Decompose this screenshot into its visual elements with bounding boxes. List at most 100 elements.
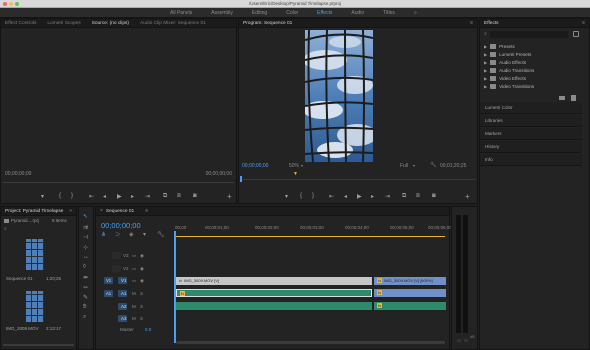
step-forward-icon[interactable]: ▸: [131, 193, 134, 200]
overwrite-icon[interactable]: ⧈: [177, 193, 181, 200]
tab-project[interactable]: Project: Pyramid Timelapse: [5, 209, 63, 214]
eye-icon[interactable]: ◉: [140, 253, 144, 259]
rolling-edit-tool-icon[interactable]: ⊹: [83, 244, 88, 251]
timeline-scrollbar[interactable]: [176, 341, 445, 344]
play-icon[interactable]: ▶: [117, 193, 122, 200]
audio-clip[interactable]: [176, 302, 372, 310]
tab-program[interactable]: Program: Sequence 01: [243, 21, 292, 26]
mute-icon[interactable]: M: [132, 291, 136, 296]
marker-icon[interactable]: ▾: [143, 231, 146, 238]
zoom-tool-icon[interactable]: ⌕: [83, 314, 86, 321]
workspace-titles[interactable]: Titles: [383, 10, 395, 16]
project-zoom-slider[interactable]: [3, 344, 74, 346]
workspace-more-button[interactable]: »: [414, 10, 417, 16]
video-clip[interactable]: fx IMG_3009.MOV [V]: [176, 277, 372, 285]
razor-tool-icon[interactable]: ◊: [83, 264, 86, 270]
solo-icon[interactable]: S: [140, 316, 143, 321]
workspace-color[interactable]: Color: [286, 10, 298, 16]
section-markers[interactable]: Markers: [480, 128, 582, 140]
project-search-icon[interactable]: ⌕: [4, 226, 7, 232]
effects-search-input[interactable]: [490, 31, 568, 38]
insert-icon[interactable]: ⧉: [163, 193, 167, 200]
program-go-to-out-icon[interactable]: ⇥: [385, 193, 390, 200]
effects-menu-icon[interactable]: ≡: [582, 20, 585, 26]
go-to-in-icon[interactable]: ⇤: [89, 193, 94, 200]
source-patch-v1[interactable]: V1: [104, 277, 113, 284]
audio-clip[interactable]: fx: [176, 289, 372, 297]
sequence-thumbnail[interactable]: [26, 239, 44, 270]
lock-icon[interactable]: ▭: [132, 266, 136, 272]
tab-effects[interactable]: Effects: [484, 21, 499, 26]
solo-icon[interactable]: S: [140, 291, 143, 296]
effects-item-audio-effects[interactable]: ▶ Audio Effects: [484, 60, 526, 65]
workspace-all-panels[interactable]: All Panels: [170, 10, 192, 16]
mark-in-icon[interactable]: {: [59, 193, 61, 199]
work-area-bar[interactable]: [175, 236, 445, 237]
hand-tool-icon[interactable]: ✋︎: [83, 304, 86, 311]
mute-icon[interactable]: M: [132, 304, 136, 309]
project-more-icon[interactable]: »: [69, 208, 72, 214]
add-marker-icon[interactable]: ◈: [129, 231, 134, 238]
program-playhead[interactable]: [240, 176, 242, 182]
snap-icon[interactable]: ⋔: [101, 231, 106, 238]
new-bin-icon[interactable]: [573, 31, 579, 37]
export-frame-icon[interactable]: ◙: [193, 193, 197, 199]
target-track-v2[interactable]: [112, 265, 121, 272]
solo-right-button[interactable]: [464, 339, 468, 342]
tab-audio-clip-mixer[interactable]: Audio Clip Mixer: Sequence 01: [140, 21, 206, 26]
add-button-icon[interactable]: +: [227, 192, 232, 201]
linked-selection-icon[interactable]: ⊃: [115, 231, 120, 238]
time-ruler[interactable]: 00;00 00;00;01;00 00;00;02;00 00;00;03;0…: [175, 220, 452, 237]
workspace-editing[interactable]: Editing: [252, 10, 267, 16]
audio-clip-selected[interactable]: fx: [374, 289, 446, 297]
effects-item-video-effects[interactable]: ▶ Video Effects: [484, 76, 526, 81]
go-to-out-icon[interactable]: ⇥: [145, 193, 150, 200]
effects-item-audio-transitions[interactable]: ▶ Audio Transitions: [484, 68, 534, 73]
program-mark-in-icon[interactable]: {: [300, 193, 302, 199]
expand-arrow-icon[interactable]: ▶: [484, 84, 487, 89]
close-tab-icon[interactable]: ×: [100, 208, 103, 214]
section-history[interactable]: History: [480, 141, 582, 153]
program-export-frame-icon[interactable]: ◙: [432, 193, 436, 199]
program-scrubber[interactable]: [240, 179, 476, 180]
lock-icon[interactable]: ▭: [132, 253, 136, 259]
panel-menu-icon[interactable]: ≡: [470, 20, 473, 26]
workspace-audio[interactable]: Audio: [351, 10, 364, 16]
effects-item-lumetri-presets[interactable]: ▶ Lumetri Presets: [484, 52, 531, 57]
selection-tool-icon[interactable]: ↖: [83, 213, 88, 220]
program-play-icon[interactable]: ▶: [357, 193, 362, 200]
section-libraries[interactable]: Libraries: [480, 115, 582, 127]
mute-icon[interactable]: M: [132, 316, 136, 321]
extract-icon[interactable]: ⧈: [416, 193, 420, 200]
program-add-button-icon[interactable]: +: [465, 192, 470, 201]
source-patch-a1[interactable]: A1: [104, 290, 113, 297]
lift-icon[interactable]: ⧉: [402, 193, 406, 200]
playhead-marker-icon[interactable]: ▼: [293, 171, 298, 177]
expand-arrow-icon[interactable]: ▶: [484, 76, 487, 81]
program-go-to-in-icon[interactable]: ⇤: [329, 193, 334, 200]
settings-wrench-icon[interactable]: 🔧︎: [430, 162, 436, 168]
tab-effect-controls[interactable]: Effect Controls: [5, 21, 36, 26]
new-custom-bin-icon[interactable]: [559, 96, 565, 100]
effects-item-presets[interactable]: ▶ Presets: [484, 44, 515, 49]
add-marker-icon[interactable]: ▾: [41, 193, 44, 200]
delete-icon[interactable]: [571, 95, 576, 101]
search-icon[interactable]: ⌕: [484, 31, 487, 37]
source-timecode-in[interactable]: 00;00;00;00: [5, 171, 31, 177]
playback-resolution-select[interactable]: Full: [400, 163, 408, 169]
timeline-settings-icon[interactable]: 🔧︎: [157, 231, 165, 238]
ripple-edit-tool-icon[interactable]: ⊣: [83, 234, 88, 241]
expand-arrow-icon[interactable]: ▶: [484, 52, 487, 57]
mark-out-icon[interactable]: }: [71, 193, 73, 199]
zoom-dropdown-icon[interactable]: ▾: [301, 163, 303, 168]
target-track-v3[interactable]: [112, 252, 121, 259]
solo-left-button[interactable]: [457, 339, 461, 342]
pen-tool-icon[interactable]: ✎: [83, 294, 88, 301]
resolution-dropdown-icon[interactable]: ▾: [413, 163, 415, 168]
master-volume[interactable]: 0.0: [145, 327, 151, 332]
section-info[interactable]: Info: [480, 154, 582, 166]
clip-thumbnail[interactable]: [26, 291, 44, 322]
timeline-playhead[interactable]: [174, 231, 176, 343]
lock-icon[interactable]: ▭: [132, 278, 136, 284]
expand-arrow-icon[interactable]: ▶: [484, 68, 487, 73]
